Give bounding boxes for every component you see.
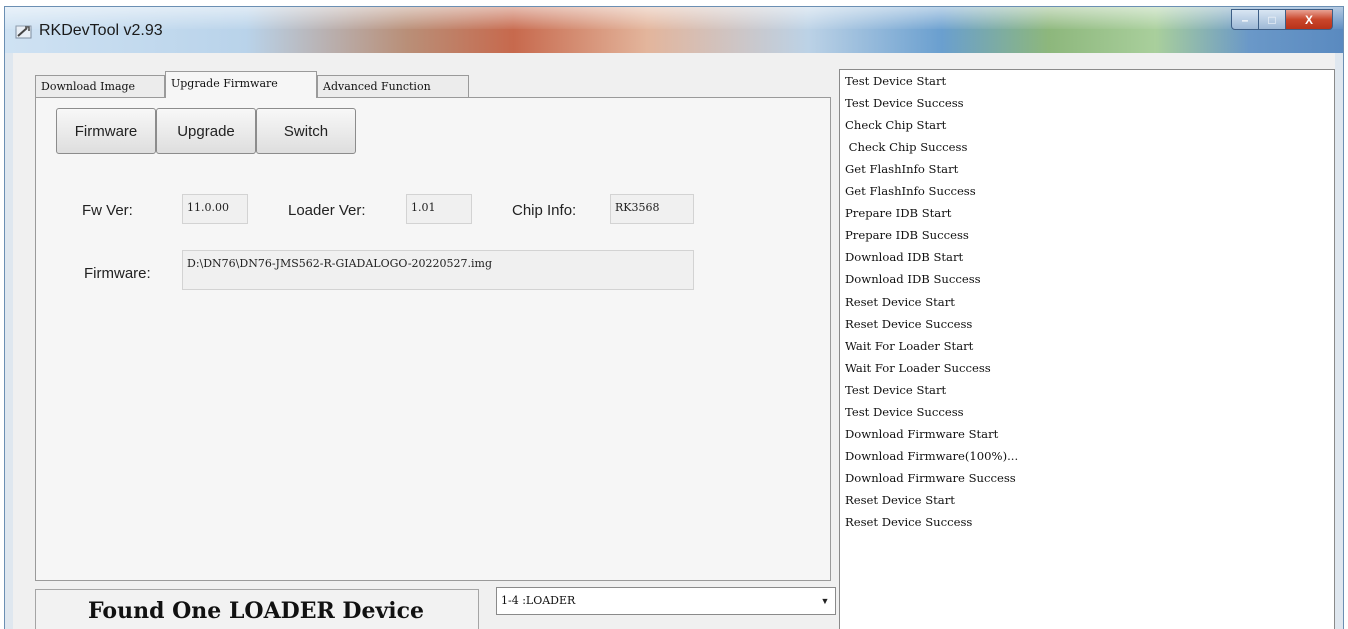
log-line: Download Firmware Success <box>845 470 1016 485</box>
log-line: Download Firmware Start <box>845 426 999 441</box>
device-select[interactable]: 1-4 :LOADER ▼ <box>496 587 836 615</box>
switch-button[interactable]: Switch <box>256 108 356 154</box>
log-line: Test Device Success <box>845 96 964 111</box>
close-icon: X <box>1304 12 1313 27</box>
log-line: Test Device Start <box>845 382 947 397</box>
fw-ver-label: Fw Ver: <box>82 202 133 219</box>
device-select-value: 1-4 :LOADER <box>501 594 576 607</box>
log-line: Download IDB Success <box>845 272 981 287</box>
log-line: Prepare IDB Success <box>845 228 969 243</box>
upgrade-firmware-panel: Firmware Upgrade Switch Fw Ver: 11.0.00 … <box>35 97 831 581</box>
log-panel[interactable]: Test Device Start Test Device Success Chec… <box>839 69 1335 629</box>
client-area: Download Image Upgrade Firmware Advanced… <box>13 53 1335 629</box>
log-line: Test Device Start <box>845 74 947 88</box>
app-window: RKDevTool v2.93 – □ X Download Image Upg… <box>4 6 1344 629</box>
minimize-icon: – <box>1241 12 1249 27</box>
firmware-button[interactable]: Firmware <box>56 108 156 154</box>
tab-advanced-function[interactable]: Advanced Function <box>317 75 469 97</box>
log-line: Reset Device Success <box>845 515 973 529</box>
log-line: Reset Device Start <box>845 294 955 309</box>
maximize-icon: □ <box>1268 12 1276 27</box>
dropdown-arrow-icon[interactable]: ▼ <box>817 590 833 612</box>
close-button[interactable]: X <box>1286 9 1333 30</box>
window-title: RKDevTool v2.93 <box>39 22 163 39</box>
log-line: Reset Device Start <box>845 492 955 507</box>
status-message: Found One LOADER Device <box>88 598 425 624</box>
log-line: Wait For Loader Success <box>845 360 991 375</box>
firmware-path-label: Firmware: <box>84 265 151 282</box>
maximize-button[interactable]: □ <box>1259 9 1286 30</box>
log-line: Check Chip Start <box>845 118 947 133</box>
log-line: Get FlashInfo Success <box>845 184 976 199</box>
log-line: Check Chip Success <box>845 140 968 155</box>
app-icon <box>15 25 32 39</box>
loader-ver-field: 1.01 <box>406 194 472 224</box>
minimize-button[interactable]: – <box>1231 9 1259 30</box>
log-line: Download IDB Start <box>845 250 964 265</box>
chip-info-field: RK3568 <box>610 194 694 224</box>
title-bar[interactable]: RKDevTool v2.93 – □ X <box>5 7 1343 53</box>
log-line: Download Firmware(100%)... <box>845 448 1019 463</box>
firmware-path-field: D:\DN76\DN76-JMS562-R-GIADALOGO-20220527… <box>182 250 694 290</box>
upgrade-button[interactable]: Upgrade <box>156 108 256 154</box>
log-line: Test Device Success <box>845 404 964 419</box>
loader-ver-label: Loader Ver: <box>288 202 366 219</box>
window-controls: – □ X <box>1231 9 1333 31</box>
status-bar: Found One LOADER Device <box>35 589 479 629</box>
log-line: Prepare IDB Start <box>845 206 952 221</box>
log-line: Reset Device Success <box>845 316 973 331</box>
tab-download-image[interactable]: Download Image <box>35 75 165 97</box>
log-line: Wait For Loader Start <box>845 338 974 353</box>
fw-ver-field: 11.0.00 <box>182 194 248 224</box>
tab-upgrade-firmware[interactable]: Upgrade Firmware <box>165 71 317 98</box>
chip-info-label: Chip Info: <box>512 202 577 219</box>
log-line: Get FlashInfo Start <box>845 162 959 177</box>
